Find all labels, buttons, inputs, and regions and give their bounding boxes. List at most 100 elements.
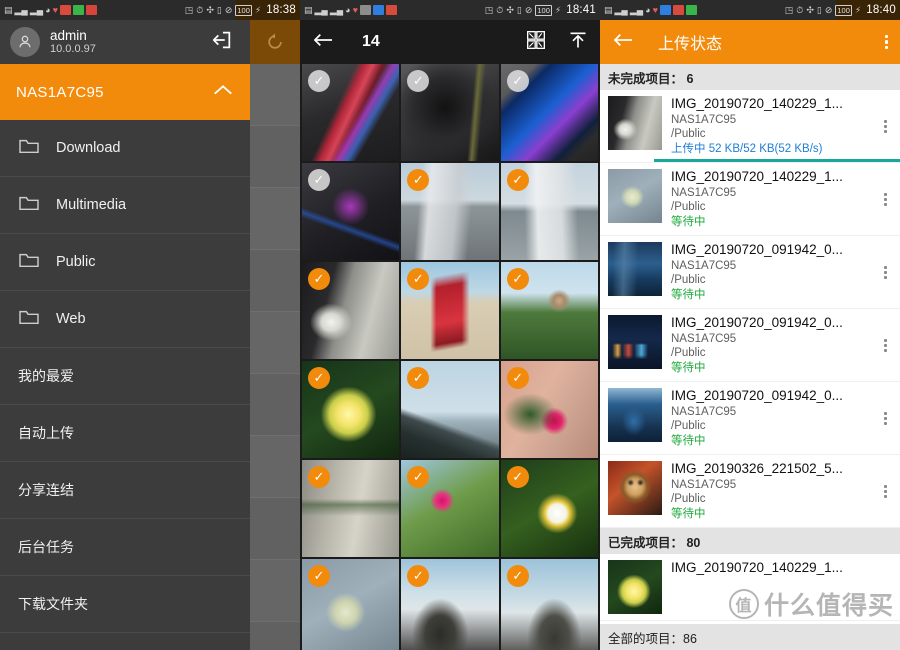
sidebar-item-public[interactable]: Public (0, 234, 250, 291)
upload-list-item[interactable]: IMG_20190720_140229_1... NAS1A7C95 /Publ… (600, 90, 900, 163)
bluetooth-icon: ✣ (806, 4, 814, 15)
sidebar-item-multimedia[interactable]: Multimedia (0, 177, 250, 234)
item-menu-button[interactable] (878, 242, 892, 302)
sidebar-item-web[interactable]: Web (0, 291, 250, 348)
grid-cell[interactable]: ✓ (401, 163, 499, 260)
section-header-done: 已完成项目： 80 (600, 528, 900, 554)
sidebar-item-background-tasks[interactable]: 后台任务 (0, 519, 250, 576)
signal-icon-2: ▂▄ (29, 4, 44, 15)
select-all-button[interactable] (526, 30, 546, 55)
thumbnail (608, 388, 662, 442)
drawer-folder-list: Download Multimedia Public Web 我的最爱 自动上传… (0, 120, 250, 650)
grid-cell[interactable]: ✓ (500, 163, 598, 260)
logout-icon (212, 31, 231, 48)
overflow-menu-button[interactable] (884, 34, 888, 50)
user-info: admin 10.0.0.97 (50, 28, 96, 56)
dnd-icon: ⊘ (824, 4, 833, 15)
item-menu-button[interactable] (878, 169, 892, 229)
grid-cell[interactable]: ✓ (500, 460, 598, 557)
upload-list-item[interactable]: IMG_20190720_091942_0... NAS1A7C95 /Publ… (600, 309, 900, 382)
more-vertical-icon (883, 338, 887, 352)
target-host: NAS1A7C95 (671, 405, 737, 418)
upload-item-meta: IMG_20190720_091942_0... NAS1A7C95 /Publ… (671, 242, 869, 302)
navigation-drawer: admin 10.0.0.97 NAS1A7C95 Download Multi… (0, 20, 250, 650)
sidebar-item-favorites[interactable]: 我的最爱 (0, 348, 250, 405)
grid-cell[interactable]: ✓ (500, 559, 598, 650)
sidebar-item-auto-upload[interactable]: 自动上传 (0, 405, 250, 462)
grid-cell[interactable]: ✓ (401, 262, 499, 359)
grid-cell[interactable]: ✓ (401, 559, 499, 650)
more-vertical-icon (883, 119, 887, 133)
photo-checkbox[interactable]: ✓ (308, 268, 330, 290)
sidebar-item-label: 后台任务 (18, 539, 74, 555)
battery-level: 100 (235, 4, 252, 16)
sidebar-item-label: 分享连结 (18, 482, 74, 498)
grid-cell[interactable]: ✓ (302, 262, 400, 359)
grid-cell[interactable]: ✓ (401, 361, 499, 458)
sidebar-item-share-links[interactable]: 分享连结 (0, 462, 250, 519)
upload-list-item[interactable]: IMG_20190720_140229_1... (600, 554, 900, 621)
grid-cell[interactable]: ✓ (500, 361, 598, 458)
photo-checkbox[interactable]: ✓ (308, 70, 330, 92)
photo-checkbox[interactable]: ✓ (506, 70, 529, 92)
target-path: /Public (671, 347, 706, 360)
grid-cell[interactable]: ✓ (302, 460, 400, 557)
signal-icon-2: ▂▄ (629, 4, 644, 15)
upload-list-item[interactable]: IMG_20190720_091942_0... NAS1A7C95 /Publ… (600, 382, 900, 455)
upload-list-item[interactable]: IMG_20190720_091942_0... NAS1A7C95 /Publ… (600, 236, 900, 309)
photo-checkbox[interactable]: ✓ (308, 565, 330, 587)
thumbnail (608, 560, 662, 614)
grid-cell[interactable]: ✓ (500, 64, 598, 161)
item-menu-button[interactable] (878, 96, 892, 156)
sidebar-item-settings[interactable]: 设定 (0, 633, 250, 650)
photo-checkbox[interactable]: ✓ (308, 466, 330, 488)
photo-checkbox[interactable]: ✓ (308, 169, 330, 191)
drawer-header: admin 10.0.0.97 (0, 20, 250, 64)
user-ip: 10.0.0.97 (50, 43, 96, 56)
sidebar-item-download[interactable]: Download (0, 120, 250, 177)
item-menu-button[interactable] (878, 388, 892, 448)
more-vertical-icon (884, 34, 888, 50)
dnd-icon: ⊘ (224, 4, 233, 15)
photo-checkbox[interactable]: ✓ (308, 367, 330, 389)
wifi-icon: ◕ (345, 4, 351, 15)
back-button[interactable] (312, 31, 334, 54)
app-icon-send (372, 5, 384, 15)
sidebar-item-download-folder[interactable]: 下载文件夹 (0, 576, 250, 633)
upload-button[interactable] (568, 30, 588, 55)
signal-icon-1: ▂▄ (314, 4, 328, 15)
refresh-icon[interactable] (265, 32, 285, 52)
photo-checkbox[interactable]: ✓ (506, 367, 529, 389)
photo-checkbox[interactable]: ✓ (506, 466, 529, 488)
grid-cell[interactable]: ✓ (500, 262, 598, 359)
file-name: IMG_20190720_140229_1... (671, 560, 843, 575)
item-menu-button[interactable] (878, 315, 892, 375)
photo-checkbox[interactable]: ✓ (506, 268, 529, 290)
photo-checkbox[interactable]: ✓ (506, 169, 529, 191)
item-menu-button[interactable] (878, 461, 892, 521)
more-vertical-icon (883, 192, 887, 206)
more-vertical-icon (883, 484, 887, 498)
avatar[interactable] (10, 27, 40, 57)
heart-icon: ♥ (352, 4, 358, 15)
back-arrow-icon (314, 33, 332, 46)
grid-cell[interactable]: ✓ (302, 559, 400, 650)
wifi-icon: ◕ (45, 4, 51, 15)
upload-list-item[interactable]: IMG_20190720_140229_1... NAS1A7C95 /Publ… (600, 163, 900, 236)
upload-list-item[interactable]: IMG_20190326_221502_5... NAS1A7C95 /Publ… (600, 455, 900, 528)
photo-checkbox[interactable]: ✓ (506, 565, 529, 587)
nas-label: NAS1A7C95 (16, 83, 104, 101)
sidebar-item-label: Multimedia (56, 197, 127, 213)
grid-cell[interactable]: ✓ (401, 460, 499, 557)
grid-cell[interactable]: ✓ (302, 64, 400, 161)
grid-cell[interactable]: ✓ (302, 163, 400, 260)
grid-cell[interactable]: ✓ (302, 361, 400, 458)
nas-selector[interactable]: NAS1A7C95 (0, 64, 250, 120)
logout-button[interactable] (210, 29, 234, 56)
file-name: IMG_20190326_221502_5... (671, 461, 843, 476)
back-button[interactable] (612, 31, 634, 54)
select-all-icon (527, 30, 545, 49)
panel-upload-status: ▤ ▂▄ ▂▄ ◕ ♥ ◳ ⏱ ✣ ▯ ⊘ 100 ⚡ 18:40 上传状态 未… (600, 0, 900, 650)
bluetooth-icon: ✣ (206, 4, 214, 15)
grid-cell[interactable]: ✓ (401, 64, 499, 161)
